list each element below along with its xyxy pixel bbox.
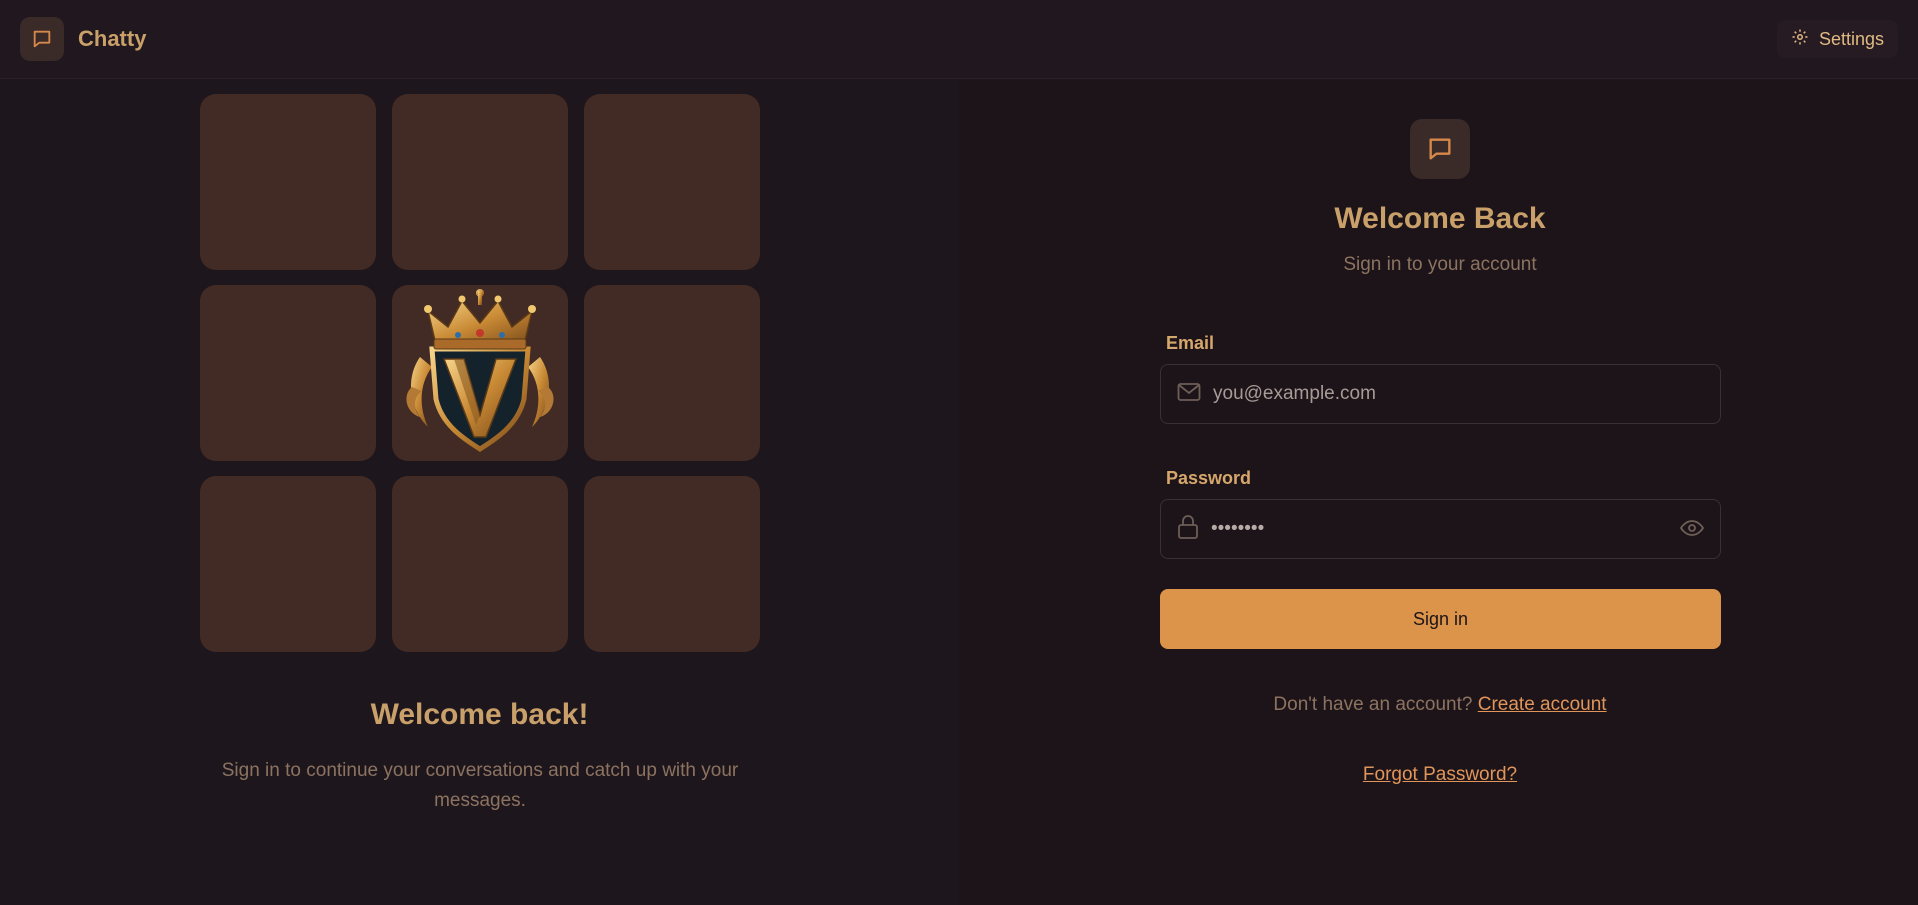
forgot-password-link[interactable]: Forgot Password?	[1363, 764, 1517, 785]
grid-tile-center	[392, 285, 568, 461]
email-input[interactable]	[1213, 383, 1683, 405]
chat-bubble-icon	[1410, 119, 1470, 179]
signup-prompt: Don't have an account? Create account	[959, 694, 1918, 716]
welcome-subtitle: Sign in to continue your conversations a…	[221, 760, 739, 811]
login-panel: Welcome Back Sign in to your account Ema…	[959, 80, 1918, 905]
grid-tile	[584, 285, 760, 461]
crown-v-crest-icon	[398, 287, 562, 460]
lock-icon	[1177, 514, 1199, 544]
grid-tile	[200, 285, 376, 461]
eye-icon[interactable]	[1679, 518, 1705, 543]
grid-tile	[392, 476, 568, 652]
mail-icon	[1177, 382, 1201, 407]
login-title: Welcome Back	[1334, 202, 1546, 235]
tile-grid	[200, 94, 760, 652]
email-label: Email	[1166, 333, 1215, 353]
password-field[interactable]	[1160, 499, 1721, 559]
settings-button[interactable]: Settings	[1776, 20, 1898, 58]
password-label: Password	[1166, 468, 1252, 488]
grid-tile	[392, 94, 568, 270]
grid-tile	[584, 94, 760, 270]
left-panel: Welcome back! Sign in to continue your c…	[0, 80, 959, 905]
create-account-link[interactable]: Create account	[1478, 694, 1607, 715]
forgot-password-row: Forgot Password?	[959, 764, 1918, 786]
sign-in-button[interactable]: Sign in	[1160, 589, 1721, 649]
brand[interactable]: Chatty	[20, 17, 146, 61]
top-bar: Chatty Settings	[0, 0, 1918, 79]
password-input[interactable]	[1211, 518, 1681, 540]
email-field[interactable]	[1160, 364, 1721, 424]
gear-icon	[1791, 28, 1809, 51]
grid-tile	[200, 476, 376, 652]
grid-tile	[200, 94, 376, 270]
settings-label: Settings	[1818, 28, 1884, 49]
chat-bubble-icon	[20, 17, 64, 61]
no-account-text: Don't have an account?	[1273, 694, 1473, 715]
welcome-heading: Welcome back!	[370, 698, 589, 731]
login-subtitle: Sign in to your account	[1343, 254, 1537, 275]
grid-tile	[584, 476, 760, 652]
brand-name: Chatty	[78, 26, 147, 51]
